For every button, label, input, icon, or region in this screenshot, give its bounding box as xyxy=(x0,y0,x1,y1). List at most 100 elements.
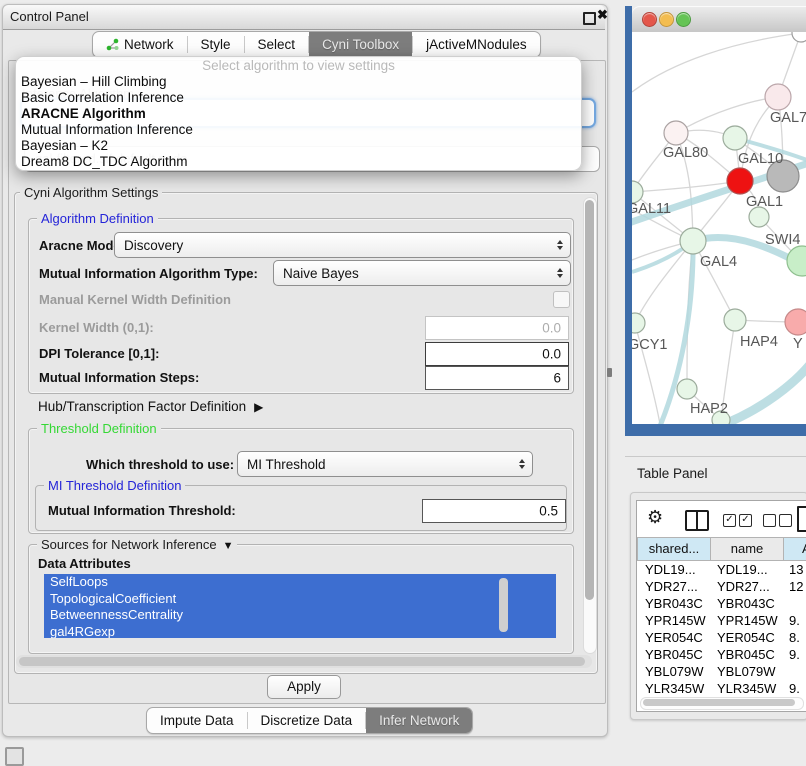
node-label-gcy1: GCY1 xyxy=(632,337,668,353)
network-node[interactable] xyxy=(749,207,769,227)
column-header-shared[interactable]: shared... xyxy=(637,537,711,561)
close-traffic-light[interactable] xyxy=(642,12,657,27)
tab-label: Select xyxy=(258,37,296,52)
network-node-gal4[interactable] xyxy=(680,228,706,254)
table-cell: YBR045C xyxy=(637,646,709,663)
checked-checkbox-icon[interactable]: ✓ xyxy=(723,514,736,527)
algorithm-option-aracne-algorithm[interactable]: ARACNE Algorithm xyxy=(16,106,581,122)
unchecked-checkbox-icon[interactable] xyxy=(779,514,792,527)
algorithm-definition-group: Algorithm Definition Aracne Mode: Discov… xyxy=(28,218,574,394)
tab-cyni-toolbox[interactable]: Cyni Toolbox xyxy=(309,32,412,57)
manual-kernel-width-checkbox[interactable] xyxy=(553,291,570,308)
table-row[interactable]: YDR27...YDR27...12 xyxy=(637,578,806,595)
algorithm-option-bayesian-k2[interactable]: Bayesian – K2 xyxy=(16,138,581,154)
attribute-item-betweennesscentrality[interactable]: BetweennessCentrality xyxy=(44,607,556,624)
network-window-titlebar[interactable] xyxy=(632,6,806,33)
network-node-gal80[interactable] xyxy=(664,121,688,145)
algorithm-option-basic-correlation-inference[interactable]: Basic Correlation Inference xyxy=(16,90,581,106)
network-selected-frame xyxy=(625,6,632,436)
network-node-swi4[interactable] xyxy=(787,246,806,276)
network-node-gal10[interactable] xyxy=(723,126,747,150)
split-columns-icon[interactable] xyxy=(685,510,709,531)
column-header-name[interactable]: name xyxy=(711,537,784,561)
tab-select[interactable]: Select xyxy=(245,32,309,57)
close-icon[interactable]: ✖ xyxy=(597,8,608,21)
attribute-item-topologicalcoefficient[interactable]: TopologicalCoefficient xyxy=(44,591,556,608)
attribute-item-gal4rgexp[interactable]: gal4RGexp xyxy=(44,624,556,639)
zoom-traffic-light[interactable] xyxy=(676,12,691,27)
table-horizontal-scrollbar[interactable] xyxy=(640,697,804,710)
mi-steps-field[interactable]: 6 xyxy=(425,366,569,390)
node-label-swi4: SWI4 xyxy=(765,232,800,248)
sources-title[interactable]: Sources for Network Inference▼ xyxy=(37,537,237,552)
dpi-tolerance-field[interactable]: 0.0 xyxy=(425,342,569,366)
table-row[interactable]: YBR045CYBR045C9. xyxy=(637,646,806,663)
tab-network[interactable]: Network xyxy=(93,32,187,57)
algorithm-option-bayesian-hill-climbing[interactable]: Bayesian – Hill Climbing xyxy=(16,74,581,90)
algorithm-option-mutual-information-inference[interactable]: Mutual Information Inference xyxy=(16,122,581,138)
table-row[interactable]: YPR145WYPR145W9. xyxy=(637,612,806,629)
list-scrollbar-thumb[interactable] xyxy=(499,578,508,632)
settings-vertical-scrollbar[interactable] xyxy=(583,197,597,654)
network-node-gal7[interactable] xyxy=(765,84,791,110)
tab-label: Style xyxy=(201,37,231,52)
tab-impute-data[interactable]: Impute Data xyxy=(147,708,247,733)
tab-discretize-data[interactable]: Discretize Data xyxy=(248,708,366,733)
unchecked-checkbox-icon[interactable] xyxy=(763,514,776,527)
algorithm-option-dream8-dc-tdc-algorithm[interactable]: Dream8 DC_TDC Algorithm xyxy=(16,154,581,170)
which-threshold-select[interactable]: MI Threshold xyxy=(237,451,533,477)
apply-button[interactable]: Apply xyxy=(267,675,341,699)
data-attributes-list[interactable]: SelfLoopsTopologicalCoefficientBetweenne… xyxy=(44,574,556,638)
kernel-width-label: Kernel Width (0,1): xyxy=(39,320,154,335)
minimize-traffic-light[interactable] xyxy=(659,12,674,27)
tab-style[interactable]: Style xyxy=(188,32,244,57)
table-row[interactable]: YER054CYER054C8. xyxy=(637,629,806,646)
algorithm-popup-list: Bayesian – Hill ClimbingBasic Correlatio… xyxy=(16,74,581,170)
control-panel-titlebar xyxy=(3,5,605,30)
stepper-icon xyxy=(552,240,570,250)
network-node-y[interactable] xyxy=(785,309,806,335)
mi-threshold-field[interactable]: 0.5 xyxy=(422,499,566,523)
float-window-icon[interactable] xyxy=(583,12,596,25)
network-node-hap2[interactable] xyxy=(677,379,697,399)
collapse-down-icon: ▼ xyxy=(223,540,234,552)
table-cell: YBL079W xyxy=(637,663,709,680)
table-cell: 8. xyxy=(781,629,806,646)
hub-definition-expander[interactable]: Hub/Transcription Factor Definition▶ xyxy=(38,399,263,414)
network-node-gcy1[interactable] xyxy=(632,313,645,333)
hub-definition-label: Hub/Transcription Factor Definition xyxy=(38,399,246,414)
table-row[interactable]: YLR345WYLR345W9. xyxy=(637,680,806,697)
network-node-gal1[interactable] xyxy=(727,168,753,194)
gear-icon[interactable]: ⚙ xyxy=(647,507,663,528)
node-label-gal80: GAL80 xyxy=(663,145,708,161)
network-selected-frame xyxy=(625,424,806,436)
scrollbar-thumb[interactable] xyxy=(585,200,594,600)
tab-infer-network[interactable]: Infer Network xyxy=(366,708,472,733)
kernel-width-field[interactable]: 0.0 xyxy=(425,316,569,340)
network-node[interactable] xyxy=(792,32,806,42)
network-graph[interactable]: GAL7GAL80GAL10GAL1GAL11GAL4SWI4GCY1HAP4Y… xyxy=(632,32,806,424)
splitter-grip[interactable] xyxy=(607,368,612,377)
network-node-hap4[interactable] xyxy=(724,309,746,331)
minimized-panel-icon[interactable] xyxy=(5,747,24,766)
which-threshold-label: Which threshold to use: xyxy=(86,457,234,472)
mi-algorithm-type-select[interactable]: Naive Bayes xyxy=(273,260,571,286)
aracne-mode-select[interactable]: Discovery xyxy=(114,232,571,258)
control-panel-tab-bar: Network Style Select Cyni ToolboxjActiveMNo… xyxy=(92,31,541,58)
network-canvas[interactable]: GAL7GAL80GAL10GAL1GAL11GAL4SWI4GCY1HAP4Y… xyxy=(632,32,806,424)
settings-horizontal-scrollbar[interactable] xyxy=(16,655,592,668)
table-header-row: shared...nameA xyxy=(637,537,806,561)
table-row[interactable]: YBR043CYBR043C xyxy=(637,595,806,612)
table-row[interactable]: YDL19...YDL19...13 xyxy=(637,561,806,578)
cyni-bottom-tab-bar: Impute DataDiscretize DataInfer Network xyxy=(146,707,473,734)
table-row[interactable]: YBL079WYBL079W xyxy=(637,663,806,680)
node-label-gal4: GAL4 xyxy=(700,254,737,270)
column-header-a[interactable]: A xyxy=(784,537,806,561)
scrollbar-thumb[interactable] xyxy=(643,699,795,706)
node-label-hap4: HAP4 xyxy=(740,334,778,350)
tab-jactivemnodules[interactable]: jActiveMNodules xyxy=(413,32,540,57)
attribute-item-selfloops[interactable]: SelfLoops xyxy=(44,574,556,591)
page-icon[interactable] xyxy=(797,506,806,532)
scrollbar-thumb[interactable] xyxy=(19,657,585,666)
checked-checkbox-icon[interactable]: ✓ xyxy=(739,514,752,527)
